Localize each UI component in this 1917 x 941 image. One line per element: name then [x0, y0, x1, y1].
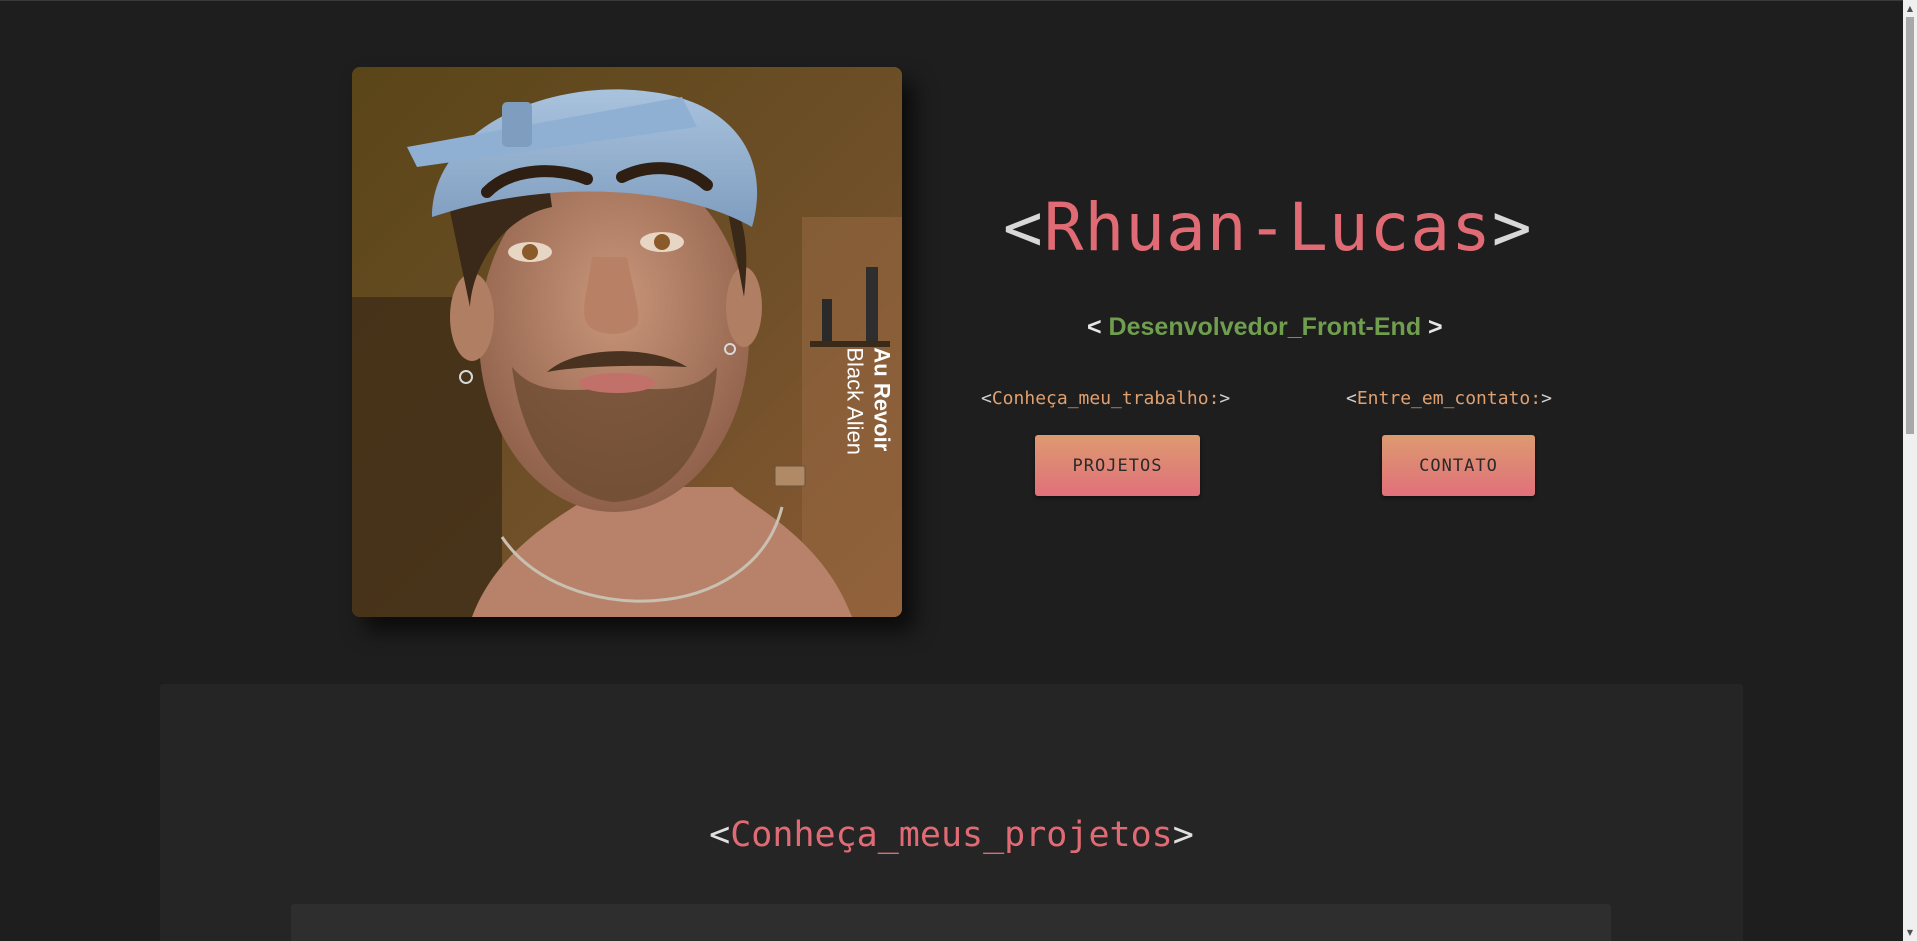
- hero-title: <Rhuan-Lucas>: [1003, 188, 1553, 268]
- page: Au Revoir Black Alien <Rhuan-Lucas> < De…: [0, 0, 1903, 941]
- photo-caption-title: Au Revoir: [870, 347, 895, 452]
- projects-button[interactable]: PROJETOS: [1035, 435, 1200, 496]
- contact-label-text: Entre_em_contato:: [1356, 388, 1542, 409]
- projects-label-text: Conheça_meu_trabalho:: [991, 388, 1220, 409]
- photo-caption-artist: Black Alien: [843, 347, 868, 455]
- window-top-border: [0, 0, 1903, 1]
- projects-label-close: >: [1219, 388, 1231, 409]
- subtitle-close-bracket: >: [1421, 313, 1443, 341]
- vertical-scrollbar[interactable]: ▲ ▼: [1903, 0, 1917, 941]
- project-card: [291, 904, 1611, 941]
- triangle-up-icon[interactable]: ▲: [1903, 0, 1917, 17]
- section-title-text: Conheça_meus_projetos: [730, 815, 1173, 855]
- contact-label-close: >: [1541, 388, 1552, 409]
- profile-photo: Au Revoir Black Alien: [352, 67, 902, 617]
- projects-cta-label: <Conheça_meu_trabalho:>: [981, 388, 1230, 410]
- profile-photo-illustration: [352, 67, 902, 617]
- subtitle-role: Desenvolvedor_Front-End: [1108, 313, 1422, 341]
- section-title-close: >: [1172, 815, 1194, 855]
- projects-section: <Conheça_meus_projetos>: [160, 684, 1743, 941]
- title-open-bracket: <: [1003, 189, 1044, 266]
- projects-label-open: <: [981, 388, 992, 409]
- subtitle-open-bracket: <: [1087, 313, 1109, 341]
- hero-subtitle: < Desenvolvedor_Front-End >: [1087, 312, 1443, 342]
- contact-label-open: <: [1346, 388, 1357, 409]
- contact-cta-label: <Entre_em_contato:>: [1346, 388, 1552, 410]
- contact-button[interactable]: CONTATO: [1382, 435, 1535, 496]
- title-close-bracket: >: [1491, 189, 1533, 266]
- section-title-open: <: [709, 815, 731, 855]
- photo-caption: Au Revoir Black Alien: [842, 347, 896, 455]
- title-name: Rhuan-Lucas: [1043, 189, 1492, 266]
- triangle-down-icon[interactable]: ▼: [1903, 924, 1917, 941]
- scrollbar-thumb[interactable]: [1906, 17, 1914, 434]
- projects-section-title: <Conheça_meus_projetos>: [160, 814, 1743, 856]
